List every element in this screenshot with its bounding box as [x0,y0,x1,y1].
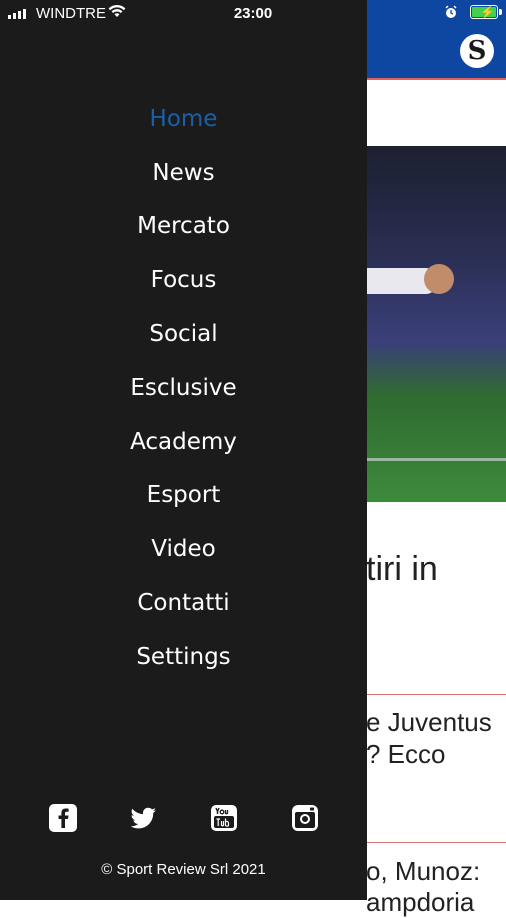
divider [366,842,506,843]
youtube-icon[interactable] [209,803,239,833]
facebook-icon[interactable] [48,803,78,833]
article-title[interactable]: tiri in [366,550,506,589]
menu-item-contatti[interactable]: Contatti [0,576,367,630]
menu-item-settings[interactable]: Settings [0,630,367,684]
alarm-icon [445,5,457,18]
instagram-icon[interactable] [290,803,320,833]
menu-item-esport[interactable]: Esport [0,469,367,523]
divider [366,694,506,695]
status-bar: WINDTRE 23:00 ⚡ [0,0,506,28]
menu-item-mercato[interactable]: Mercato [0,200,367,254]
menu-item-news[interactable]: News [0,146,367,200]
drawer-menu: Home News Mercato Focus Social Esclusive… [0,92,367,684]
copyright-text: © Sport Review Srl 2021 [101,861,266,878]
twitter-icon[interactable] [128,803,158,833]
battery-icon: ⚡ [470,5,498,19]
hero-image[interactable] [366,146,506,502]
clock: 23:00 [233,5,273,22]
headline-line[interactable]: e Juventus [366,706,506,738]
menu-item-video[interactable]: Video [0,522,367,576]
menu-item-social[interactable]: Social [0,307,367,361]
headline-line[interactable]: ampdoria [366,886,506,918]
navigation-drawer: Home News Mercato Focus Social Esclusive… [0,0,367,900]
menu-item-focus[interactable]: Focus [0,253,367,307]
headline-line[interactable]: o, Munoz: [366,855,506,887]
app-logo[interactable]: S [460,34,494,68]
menu-item-home[interactable]: Home [0,92,367,146]
menu-item-esclusive[interactable]: Esclusive [0,361,367,415]
social-links [0,803,367,837]
menu-item-academy[interactable]: Academy [0,415,367,469]
headline-line[interactable]: ? Ecco [366,738,506,770]
